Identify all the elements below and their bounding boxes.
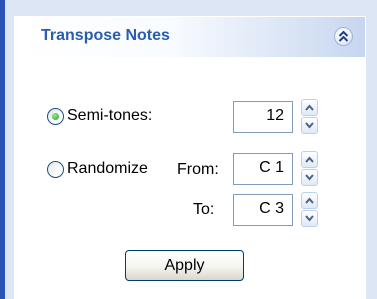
double-chevron-up-icon xyxy=(338,30,349,42)
from-note-input[interactable]: C 1 xyxy=(233,153,293,185)
apply-button[interactable]: Apply xyxy=(125,250,244,281)
chevron-up-icon xyxy=(305,156,314,163)
chevron-down-icon xyxy=(305,215,314,222)
from-down-button[interactable] xyxy=(301,169,318,186)
panel-title: Transpose Notes xyxy=(41,27,170,44)
semitones-up-button[interactable] xyxy=(301,99,318,116)
chevron-down-icon xyxy=(305,122,314,129)
randomize-label: Randomize xyxy=(67,160,148,177)
collapse-button[interactable] xyxy=(334,27,353,46)
semitones-radio[interactable] xyxy=(47,108,64,125)
panel-header: Transpose Notes xyxy=(15,17,365,57)
radio-selected-dot xyxy=(52,113,59,120)
from-label: From: xyxy=(177,161,219,178)
chevron-up-icon xyxy=(305,104,314,111)
from-up-button[interactable] xyxy=(301,151,318,168)
window-left-border xyxy=(0,0,5,299)
panel-body: Semi-tones: 12 Randomize From: C 1 To: C… xyxy=(15,57,365,299)
chevron-up-icon xyxy=(305,197,314,204)
to-up-button[interactable] xyxy=(301,192,318,209)
semitones-down-button[interactable] xyxy=(301,117,318,134)
semitones-label: Semi-tones: xyxy=(67,107,153,124)
semitones-input[interactable]: 12 xyxy=(233,101,293,133)
to-down-button[interactable] xyxy=(301,210,318,227)
chevron-down-icon xyxy=(305,174,314,181)
to-note-input[interactable]: C 3 xyxy=(233,194,293,226)
randomize-radio[interactable] xyxy=(47,161,64,178)
to-label: To: xyxy=(193,201,215,218)
transpose-notes-panel: Transpose Notes Semi-tones: 12 Randomize… xyxy=(14,16,366,299)
